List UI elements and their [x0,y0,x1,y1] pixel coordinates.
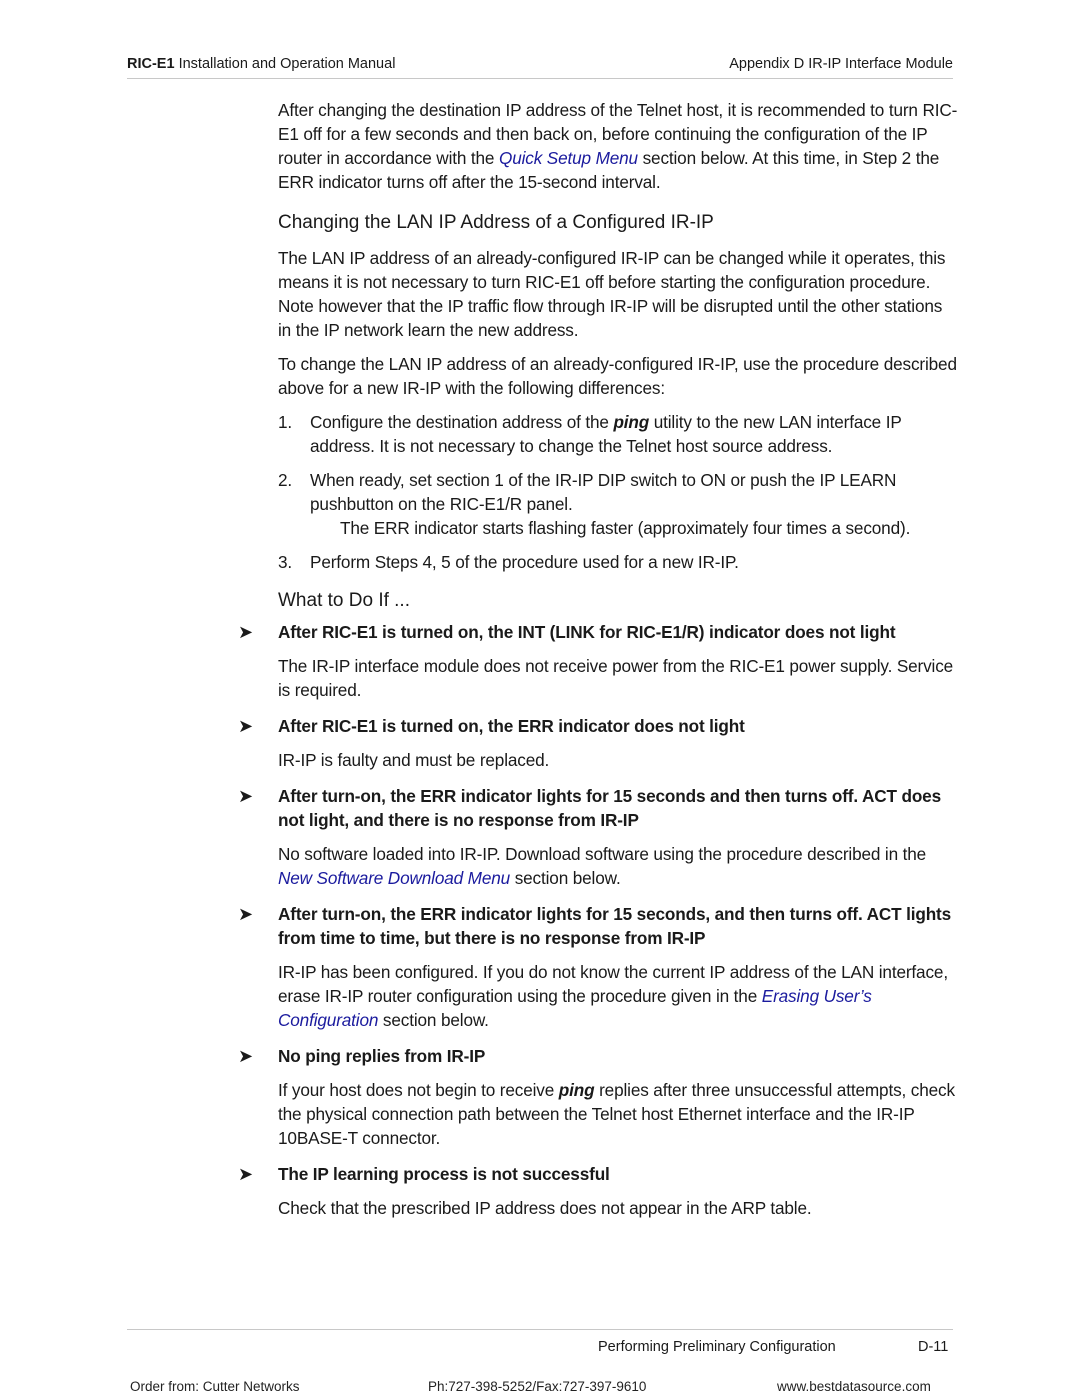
troubleshoot-case: ➤ No ping replies from IR-IP If your hos… [238,1044,958,1150]
step-text: Perform Steps 4, 5 of the procedure used… [310,552,739,572]
case-body-text: No software loaded into IR-IP. Download … [278,844,927,864]
arrow-bullet-icon: ➤ [238,1164,253,1184]
troubleshoot-case: ➤ After RIC-E1 is turned on, the INT (LI… [238,620,958,702]
troubleshoot-case: ➤ After RIC-E1 is turned on, the ERR ind… [238,714,958,772]
step-item: 3. Perform Steps 4, 5 of the procedure u… [278,550,958,574]
case-title: The IP learning process is not successfu… [278,1164,610,1184]
product-name: RIC-E1 [127,56,175,72]
website-link[interactable]: www.bestdatasource.com [777,1379,931,1394]
case-title: After turn-on, the ERR indicator lights … [278,904,952,948]
case-body-text-end: section below. [510,868,621,888]
section-heading-lan-ip: Changing the LAN IP Address of a Configu… [278,212,714,233]
case-body: IR-IP is faulty and must be replaced. [278,750,550,770]
step-2-note: The ERR indicator starts flashing faster… [340,518,911,538]
arrow-bullet-icon: ➤ [238,1046,253,1066]
page-content: After changing the destination IP addres… [238,98,958,1220]
troubleshoot-case: ➤ The IP learning process is not success… [238,1162,958,1220]
step-item: 2. When ready, set section 1 of the IR-I… [278,468,958,516]
case-body: If your host does not begin to receive p… [278,1078,958,1150]
arrow-bullet-icon: ➤ [238,904,253,924]
page-number: D-11 [918,1339,949,1355]
footer-section-title: Performing Preliminary Configuration [598,1339,836,1355]
appendix-title: Appendix D IR-IP Interface Module [729,56,953,72]
ping-term: ping [558,1080,595,1100]
new-software-download-menu-link[interactable]: New Software Download Menu [278,868,510,888]
troubleshoot-case: ➤ After turn-on, the ERR indicator light… [238,784,958,890]
ping-term: ping [613,412,650,432]
section-heading-what-to-do: What to Do If ... [278,590,410,611]
phone-fax-text: Ph:727-398-5252/Fax:727-397-9610 [428,1379,647,1394]
footer-divider [127,1329,953,1330]
intro-paragraph: After changing the destination IP addres… [278,98,958,194]
step-item: 1. Configure the destination address of … [278,410,958,458]
lan-paragraph-1: The LAN IP address of an already-configu… [278,248,946,340]
step-number: 3. [278,552,293,572]
order-from-text: Order from: Cutter Networks [130,1379,300,1394]
case-body-text: If your host does not begin to receive [278,1080,559,1100]
case-title: After RIC-E1 is turned on, the INT (LINK… [278,622,896,642]
case-title: No ping replies from IR-IP [278,1046,486,1066]
lan-paragraph-2: To change the LAN IP address of an alrea… [278,354,957,398]
case-title: After RIC-E1 is turned on, the ERR indic… [278,716,745,736]
manual-title: RIC-E1 Installation and Operation Manual [127,56,395,72]
case-body-text-end: section below. [378,1010,489,1030]
troubleshoot-case: ➤ After turn-on, the ERR indicator light… [238,902,958,1032]
arrow-bullet-icon: ➤ [238,622,253,642]
case-body: IR-IP has been configured. If you do not… [278,960,958,1032]
case-body: The IR-IP interface module does not rece… [278,656,954,700]
step-text: When ready, set section 1 of the IR-IP D… [310,470,897,514]
step-number: 1. [278,412,293,432]
steps-list: 1. Configure the destination address of … [278,410,958,574]
step-text: Configure the destination address of the [310,412,614,432]
case-title: After turn-on, the ERR indicator lights … [278,786,941,830]
arrow-bullet-icon: ➤ [238,716,253,736]
arrow-bullet-icon: ➤ [238,786,253,806]
page-header: RIC-E1 Installation and Operation Manual… [127,56,953,79]
manual-title-text: Installation and Operation Manual [174,56,396,72]
step-number: 2. [278,470,293,490]
quick-setup-menu-link[interactable]: Quick Setup Menu [499,148,638,168]
case-body: No software loaded into IR-IP. Download … [278,842,958,890]
case-body: Check that the prescribed IP address doe… [278,1198,812,1218]
